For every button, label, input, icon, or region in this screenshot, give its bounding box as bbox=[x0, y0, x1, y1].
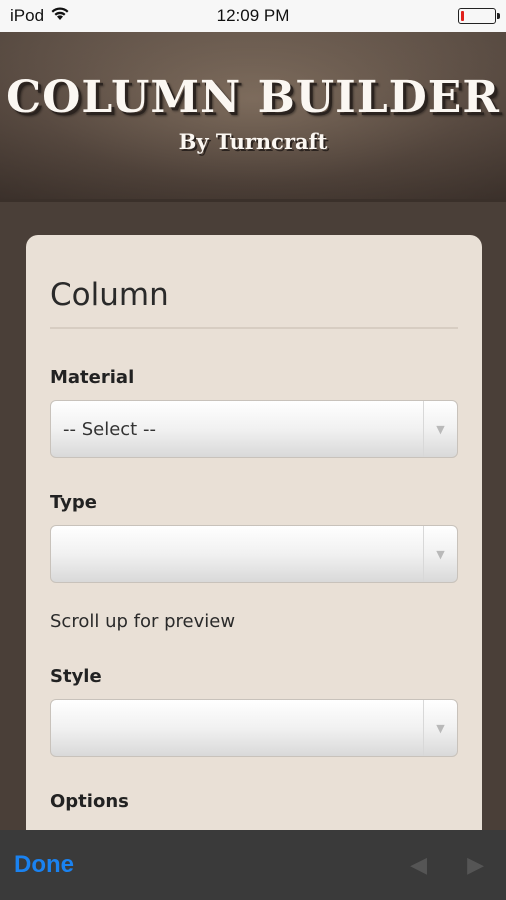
battery-level bbox=[460, 11, 465, 21]
chevron-down-icon: ▼ bbox=[423, 526, 457, 582]
style-label: Style bbox=[50, 666, 102, 687]
form-nav-arrows: ◀ ▶ bbox=[410, 853, 492, 878]
status-right bbox=[356, 8, 500, 24]
app-title: COLUMN BUILDER bbox=[6, 72, 500, 123]
type-select[interactable]: ▼ bbox=[50, 525, 458, 583]
type-label: Type bbox=[50, 492, 97, 513]
preview-hint: Scroll up for preview bbox=[50, 611, 236, 632]
material-select-value: -- Select -- bbox=[63, 418, 156, 440]
chevron-down-icon: ▼ bbox=[423, 700, 457, 756]
keyboard-toolbar: Done ◀ ▶ bbox=[0, 830, 506, 900]
app-header: COLUMN BUILDER By Turncraft bbox=[0, 32, 506, 202]
chevron-down-icon: ▼ bbox=[423, 401, 457, 457]
status-left: iPod bbox=[10, 6, 150, 26]
status-time: 12:09 PM bbox=[216, 6, 290, 25]
style-select[interactable]: ▼ bbox=[50, 699, 458, 757]
app-subtitle: By Turncraft bbox=[178, 129, 328, 154]
main-content: Column Material -- Select -- ▼ Type ▼ Sc… bbox=[0, 202, 506, 855]
carrier-label: iPod bbox=[10, 6, 45, 25]
form-title: Column bbox=[50, 235, 458, 329]
status-bar: iPod 12:09 PM bbox=[0, 0, 506, 32]
done-button[interactable]: Done bbox=[14, 851, 74, 879]
left-arrow-icon[interactable]: ◀ bbox=[410, 853, 427, 878]
form-card: Column Material -- Select -- ▼ Type ▼ Sc… bbox=[26, 235, 482, 855]
right-arrow-icon[interactable]: ▶ bbox=[467, 853, 484, 878]
options-label: Options bbox=[50, 791, 129, 812]
material-label: Material bbox=[50, 367, 135, 388]
wifi-icon bbox=[50, 6, 70, 26]
battery-icon bbox=[457, 8, 500, 24]
material-select[interactable]: -- Select -- ▼ bbox=[50, 400, 458, 458]
